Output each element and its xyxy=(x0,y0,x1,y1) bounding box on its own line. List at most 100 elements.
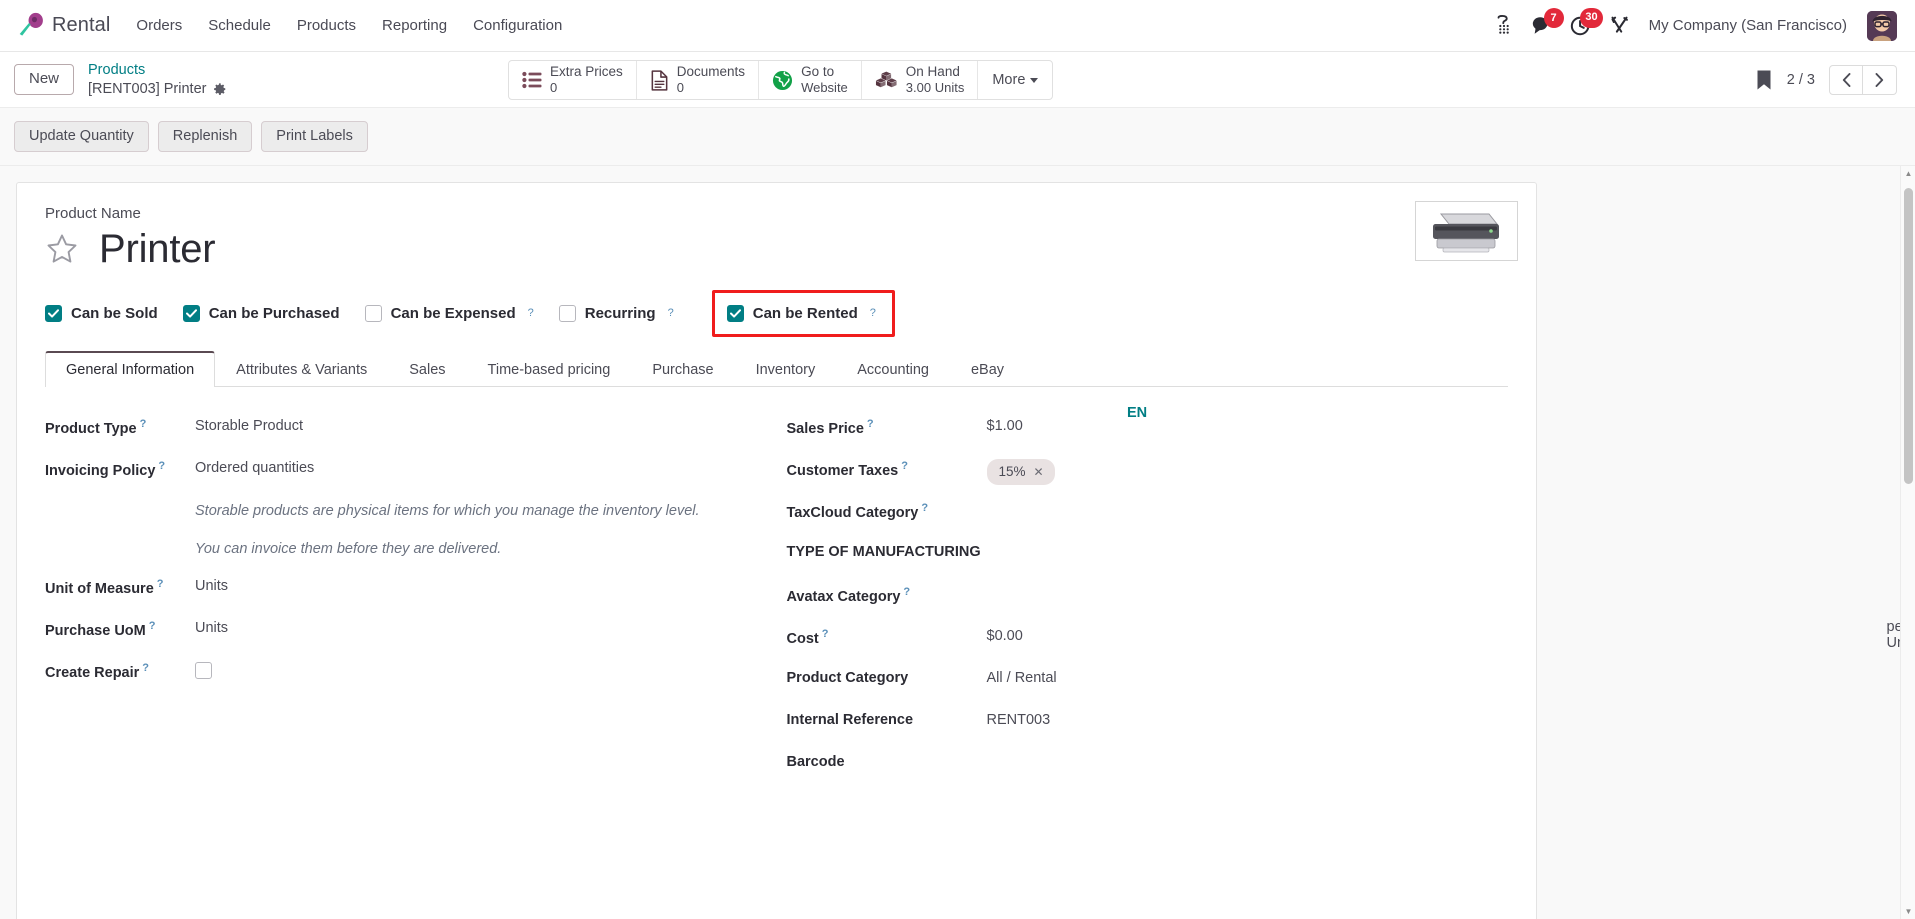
tab-purchase[interactable]: Purchase xyxy=(631,351,734,387)
field-barcode: Barcode xyxy=(787,745,1509,787)
checkbox-box[interactable] xyxy=(727,305,744,322)
tab-time-based-pricing[interactable]: Time-based pricing xyxy=(467,351,632,387)
internal-reference-value[interactable]: RENT003 xyxy=(987,703,1051,731)
field-label: Purchase UoM? xyxy=(45,611,195,641)
checkbox-label[interactable]: Can be Purchased xyxy=(209,305,340,322)
chat-bubble-icon[interactable]: 7 xyxy=(1531,15,1553,36)
help-tooltip-icon[interactable]: ? xyxy=(867,418,874,430)
help-tooltip-icon[interactable]: ? xyxy=(140,418,147,430)
scroll-down-arrow[interactable]: ▼ xyxy=(1901,904,1915,919)
vertical-scrollbar[interactable]: ▲ ▼ xyxy=(1900,166,1915,919)
navbar-systray: 7 30 My Company (San Francisco) xyxy=(1494,11,1897,41)
pager-next-button[interactable] xyxy=(1863,65,1897,95)
help-tooltip-icon[interactable]: ? xyxy=(142,662,149,674)
stat-button-more[interactable]: More xyxy=(978,61,1052,99)
menu-item-configuration[interactable]: Configuration xyxy=(473,17,562,34)
product-form-sheet: Product Name Printer EN xyxy=(16,182,1537,919)
help-tooltip-icon[interactable]: ? xyxy=(870,307,876,319)
checkbox-box[interactable] xyxy=(45,305,62,322)
invoicing-policy-value[interactable]: Ordered quantities xyxy=(195,451,314,479)
messages-count-badge: 7 xyxy=(1544,8,1564,28)
field-label: Create Repair? xyxy=(45,653,195,683)
bookmark-icon[interactable] xyxy=(1755,69,1773,91)
field-label: Cost? xyxy=(787,619,987,649)
checkbox-label[interactable]: Recurring xyxy=(585,305,656,322)
checkbox-can-be-sold[interactable]: Can be Sold xyxy=(45,305,158,322)
tab-inventory[interactable]: Inventory xyxy=(735,351,837,387)
can-be-rented-highlight: Can be Rented ? xyxy=(712,290,895,337)
field-label: Sales Price? xyxy=(787,409,987,439)
product-flags-row: Can be Sold Can be Purchased Can be Expe… xyxy=(45,292,1508,334)
stat-button-on-hand[interactable]: On Hand 3.00 Units xyxy=(862,61,979,99)
stat-button-go-to-website[interactable]: Go to Website xyxy=(759,61,862,99)
help-tooltip-icon[interactable]: ? xyxy=(158,460,165,472)
checkbox-can-be-purchased[interactable]: Can be Purchased xyxy=(183,305,340,322)
create-repair-checkbox[interactable] xyxy=(195,662,212,679)
chevron-right-icon xyxy=(1875,73,1884,87)
sales-price-value[interactable]: $1.00 xyxy=(987,409,1023,437)
checkbox-label[interactable]: Can be Expensed xyxy=(391,305,516,322)
tab-ebay[interactable]: eBay xyxy=(950,351,1025,387)
customer-taxes-value[interactable]: 15% ✕ xyxy=(987,451,1055,485)
product-type-value[interactable]: Storable Product xyxy=(195,409,303,437)
help-tooltip-icon[interactable]: ? xyxy=(528,307,534,319)
app-name[interactable]: Rental xyxy=(52,14,110,37)
control-panel: New Products [RENT003] Printer xyxy=(0,52,1915,108)
gear-icon[interactable] xyxy=(213,82,227,96)
product-category-value[interactable]: All / Rental xyxy=(987,661,1057,689)
taxcloud-category-label: TaxCloud Category xyxy=(787,505,919,521)
stat-button-extra-prices[interactable]: Extra Prices 0 xyxy=(509,61,637,99)
scrollbar-thumb[interactable] xyxy=(1904,188,1913,484)
tab-general-information[interactable]: General Information xyxy=(45,351,215,387)
checkbox-box[interactable] xyxy=(183,305,200,322)
user-avatar[interactable] xyxy=(1867,11,1897,41)
star-favorite-icon[interactable] xyxy=(45,232,79,266)
breadcrumb-parent-products[interactable]: Products xyxy=(88,61,227,79)
new-button[interactable]: New xyxy=(14,64,74,95)
tab-sales[interactable]: Sales xyxy=(388,351,466,387)
help-tooltip-icon[interactable]: ? xyxy=(157,578,164,590)
company-selector[interactable]: My Company (San Francisco) xyxy=(1649,17,1847,34)
checkbox-box[interactable] xyxy=(559,305,576,322)
update-quantity-button[interactable]: Update Quantity xyxy=(14,121,149,153)
printer-product-image[interactable] xyxy=(1415,201,1518,261)
field-avatax-category: Avatax Category? xyxy=(787,577,1509,619)
checkbox-box[interactable] xyxy=(365,305,382,322)
rental-key-logo-icon[interactable] xyxy=(14,9,48,43)
checkbox-can-be-rented[interactable]: Can be Rented ? xyxy=(727,305,876,322)
help-tooltip-icon[interactable]: ? xyxy=(668,307,674,319)
field-purchase-uom: Purchase UoM? Units xyxy=(45,611,737,653)
scroll-up-arrow[interactable]: ▲ xyxy=(1901,166,1915,181)
tax-tag[interactable]: 15% ✕ xyxy=(987,459,1055,485)
help-tooltip-icon[interactable]: ? xyxy=(149,620,156,632)
checkbox-label[interactable]: Can be Sold xyxy=(71,305,158,322)
section-type-of-manufacturing: TYPE OF MANUFACTURING xyxy=(787,535,1509,577)
stat-button-documents[interactable]: Documents 0 xyxy=(637,61,759,99)
help-tooltip-icon[interactable]: ? xyxy=(822,628,829,640)
checkbox-recurring[interactable]: Recurring ? xyxy=(559,305,674,322)
pager-previous-button[interactable] xyxy=(1829,65,1863,95)
cost-value[interactable]: $0.00 xyxy=(987,619,1023,647)
field-label: Invoicing Policy? xyxy=(45,451,195,481)
help-tooltip-icon[interactable]: ? xyxy=(921,502,928,514)
print-labels-button[interactable]: Print Labels xyxy=(261,121,368,153)
wrench-screwdriver-icon[interactable] xyxy=(1609,15,1630,36)
tab-accounting[interactable]: Accounting xyxy=(836,351,950,387)
dialpad-icon[interactable] xyxy=(1494,15,1514,37)
help-tooltip-icon[interactable]: ? xyxy=(903,586,910,598)
tab-attributes-variants[interactable]: Attributes & Variants xyxy=(215,351,388,387)
help-tooltip-icon[interactable]: ? xyxy=(901,460,908,472)
purchase-uom-value[interactable]: Units xyxy=(195,611,228,639)
uom-value[interactable]: Units xyxy=(195,569,228,597)
menu-item-schedule[interactable]: Schedule xyxy=(208,17,271,34)
product-title[interactable]: Printer xyxy=(99,228,215,270)
menu-item-reporting[interactable]: Reporting xyxy=(382,17,447,34)
menu-item-products[interactable]: Products xyxy=(297,17,356,34)
menu-item-orders[interactable]: Orders xyxy=(136,17,182,34)
remove-tag-icon[interactable]: ✕ xyxy=(1034,464,1044,480)
checkbox-can-be-expensed[interactable]: Can be Expensed ? xyxy=(365,305,534,322)
clock-icon[interactable]: 30 xyxy=(1570,15,1592,37)
checkbox-label[interactable]: Can be Rented xyxy=(753,305,858,322)
field-label: Avatax Category? xyxy=(787,577,987,607)
replenish-button[interactable]: Replenish xyxy=(158,121,253,153)
